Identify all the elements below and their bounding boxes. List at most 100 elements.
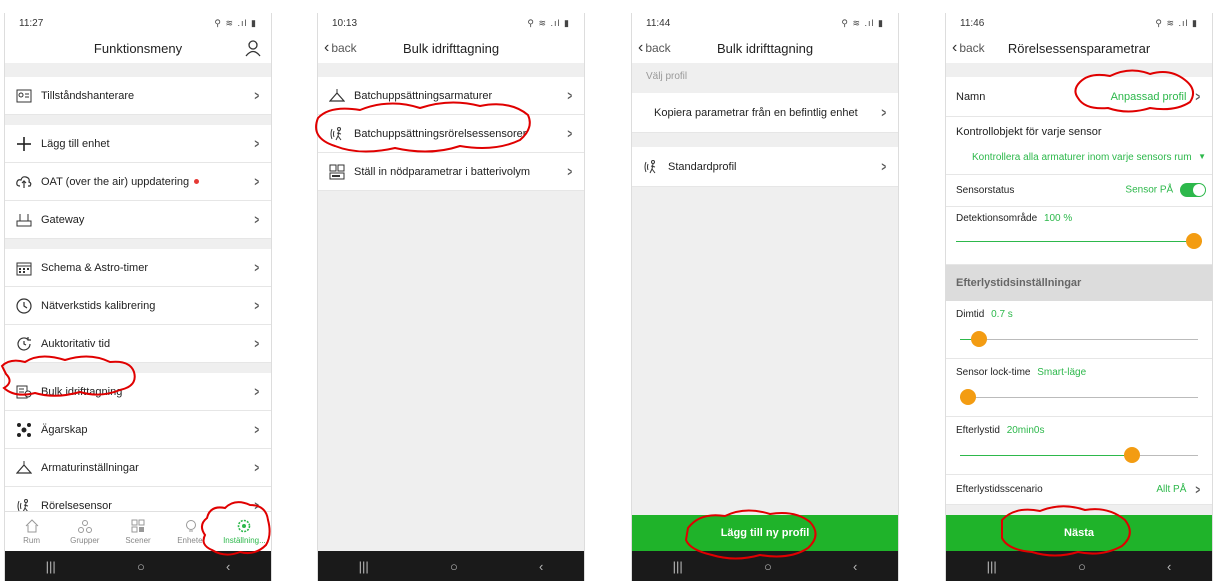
- chevron-right-icon: >: [254, 260, 260, 275]
- menu-item-tillstandshanterare[interactable]: Tillståndshanterare >: [5, 77, 271, 115]
- sensor-toggle[interactable]: [1180, 183, 1206, 197]
- nav-home-button[interactable]: ○: [764, 559, 772, 574]
- nav-home-button[interactable]: ○: [1078, 559, 1086, 574]
- back-button[interactable]: ‹ back: [638, 33, 671, 63]
- back-button[interactable]: ‹ back: [952, 33, 985, 63]
- standard-profile-item[interactable]: Standardprofil >: [632, 147, 898, 187]
- tab-label: Inställning...: [223, 535, 266, 545]
- scenario-row[interactable]: Efterlystidsscenario Allt PÅ >: [946, 475, 1212, 505]
- menu-item-natverkstid[interactable]: Nätverkstids kalibrering >: [5, 287, 271, 325]
- status-time: 11:44: [646, 17, 671, 29]
- item-label: Batchuppsättningsarmaturer: [354, 89, 493, 102]
- chevron-right-icon: >: [567, 88, 573, 103]
- lock-label: Sensor lock-time: [956, 367, 1031, 378]
- slider-knob[interactable]: [1124, 447, 1141, 463]
- page-title: Funktionsmeny: [93, 40, 183, 56]
- menu-item-lagg-till-enhet[interactable]: Lägg till enhet >: [5, 125, 271, 163]
- dim-slider[interactable]: [960, 331, 1198, 347]
- section-label: Efterlystidsinställningar: [946, 265, 1212, 301]
- slider-knob[interactable]: [1186, 233, 1202, 249]
- nav-back-button[interactable]: ‹: [853, 559, 857, 574]
- nav-back-button[interactable]: ‹: [539, 559, 543, 574]
- chevron-right-icon: >: [254, 136, 260, 151]
- plus-icon: [15, 135, 33, 153]
- status-icons: ⚲ ≋ .ıl ▮: [214, 17, 257, 28]
- menu-item-agarskap[interactable]: Ägarskap >: [5, 411, 271, 449]
- bottom-tab-bar: Rum Grupper Scener Enheter Inställning..…: [5, 511, 271, 551]
- name-label: Namn: [956, 90, 986, 103]
- detection-slider[interactable]: [956, 233, 1202, 249]
- scenes-icon: [131, 519, 145, 532]
- groups-icon: [77, 519, 92, 533]
- user-icon[interactable]: [243, 38, 263, 58]
- chevron-right-icon: >: [254, 298, 260, 313]
- chevron-right-icon: >: [254, 212, 260, 227]
- chevron-left-icon: ‹: [952, 39, 958, 56]
- next-button[interactable]: Nästa: [946, 515, 1212, 551]
- name-row[interactable]: Namn Anpassad profil >: [946, 77, 1212, 117]
- menu-item-label: Rörelsesensor: [41, 499, 112, 512]
- tab-label: Rum: [23, 535, 41, 545]
- nav-recents-button[interactable]: |||: [359, 559, 369, 574]
- chevron-right-icon: >: [1195, 89, 1201, 104]
- menu-item-armaturinstallningar[interactable]: Armaturinställningar >: [5, 449, 271, 487]
- status-icons: ⚲ ≋ .ıl ▮: [841, 17, 884, 28]
- tab-rum[interactable]: Rum: [5, 512, 58, 551]
- after-slider[interactable]: [960, 447, 1198, 463]
- nav-recents-button[interactable]: |||: [987, 559, 997, 574]
- android-nav-bar: ||| ○ ‹: [632, 551, 898, 581]
- menu-item-bulk-idrifttagning[interactable]: Bulk idrifttagning >: [5, 373, 271, 411]
- bulb-icon: [186, 519, 197, 531]
- nav-recents-button[interactable]: |||: [46, 559, 56, 574]
- item-batch-luminaires[interactable]: Batchuppsättningsarmaturer >: [318, 77, 584, 115]
- cloud-upload-icon: [15, 173, 33, 191]
- id-card-icon: [15, 87, 33, 105]
- add-profile-button[interactable]: Lägg till ny profil: [632, 515, 898, 551]
- item-label: Kopiera parametrar från en befintlig enh…: [654, 106, 858, 119]
- detection-value: 100 %: [1043, 213, 1073, 224]
- control-object-setting[interactable]: Kontrollobjekt för varje sensor Kontroll…: [946, 117, 1212, 175]
- chevron-right-icon: >: [567, 164, 573, 179]
- chevron-right-icon: >: [254, 422, 260, 437]
- menu-item-label: Lägg till enhet: [41, 137, 110, 150]
- tab-label: Enheter: [177, 535, 206, 545]
- tab-installningar[interactable]: Inställning...: [218, 512, 271, 551]
- lock-time-setting: Sensor lock-time Smart-läge: [946, 359, 1212, 417]
- nav-home-button[interactable]: ○: [450, 559, 458, 574]
- battery-icon: [328, 163, 346, 181]
- after-value: 20min0s: [1006, 425, 1045, 436]
- page-title: Bulk idrifttagning: [402, 40, 500, 56]
- menu-item-schema[interactable]: Schema & Astro-timer >: [5, 249, 271, 287]
- lock-slider[interactable]: [960, 389, 1198, 405]
- nav-back-button[interactable]: ‹: [226, 559, 230, 574]
- motion-sensor-icon: [328, 125, 346, 143]
- slider-knob[interactable]: [960, 389, 976, 405]
- tab-grupper[interactable]: Grupper: [58, 512, 111, 551]
- nav-recents-button[interactable]: |||: [673, 559, 683, 574]
- tab-scener[interactable]: Scener: [111, 512, 164, 551]
- calendar-icon: [15, 259, 33, 277]
- item-batch-motion-sensors[interactable]: Batchuppsättningsrörelsessensorer >: [318, 115, 584, 153]
- menu-item-oat-update[interactable]: OAT (over the air) uppdatering >: [5, 163, 271, 201]
- detection-label: Detektionsområde: [956, 213, 1038, 224]
- gateway-icon: [15, 211, 33, 229]
- dim-value: 0.7 s: [991, 309, 1013, 320]
- menu-item-gateway[interactable]: Gateway >: [5, 201, 271, 239]
- dim-label: Dimtid: [956, 309, 985, 320]
- tab-enheter[interactable]: Enheter: [165, 512, 218, 551]
- nav-home-button[interactable]: ○: [137, 559, 145, 574]
- copy-params-item[interactable]: Kopiera parametrar från en befintlig enh…: [632, 93, 898, 133]
- scenario-value: Allt PÅ: [1156, 484, 1187, 495]
- back-button[interactable]: ‹ back: [324, 33, 357, 63]
- item-label: Standardprofil: [668, 160, 737, 173]
- menu-item-label: Armaturinställningar: [41, 461, 139, 474]
- menu-item-auktoritativ-tid[interactable]: Auktoritativ tid >: [5, 325, 271, 363]
- nav-back-button[interactable]: ‹: [1167, 559, 1171, 574]
- menu-item-label: Gateway: [41, 213, 85, 226]
- item-emergency-params[interactable]: Ställ in nödparametrar i batterivolym >: [318, 153, 584, 191]
- clock-refresh-icon: [15, 335, 33, 353]
- screen-choose-profile: 11:44 ⚲ ≋ .ıl ▮ ‹ back Bulk idrifttagning…: [631, 13, 899, 581]
- lamp-icon: [15, 459, 33, 477]
- sensor-status-label: Sensorstatus: [956, 185, 1015, 196]
- slider-knob[interactable]: [971, 331, 988, 347]
